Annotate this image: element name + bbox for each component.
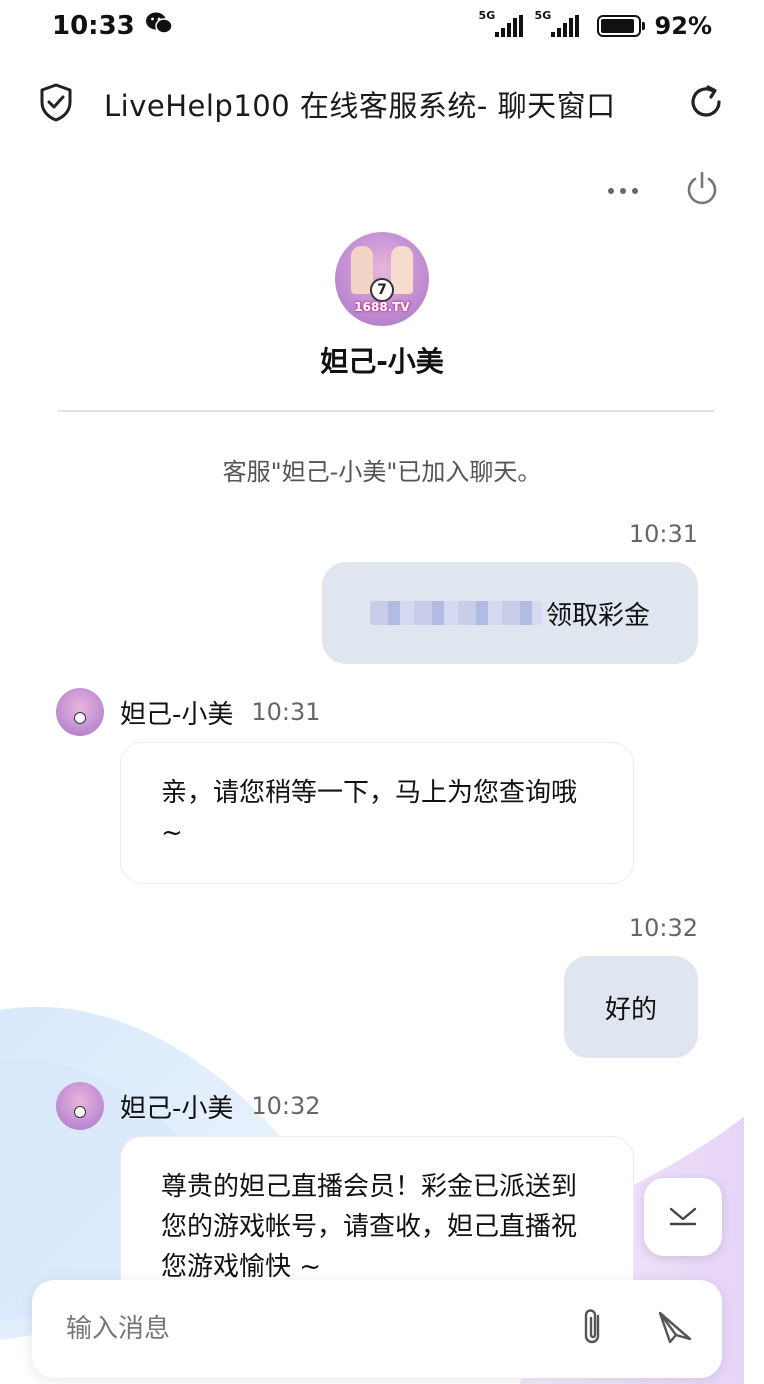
status-time: 10:33 bbox=[52, 11, 135, 41]
sender-name: 妲己-小美 bbox=[120, 1093, 234, 1124]
message-input[interactable] bbox=[66, 1314, 578, 1344]
agent-name: 妲己-小美 bbox=[320, 345, 444, 378]
avatar-brand: 1688.TV bbox=[354, 300, 410, 314]
system-message: 客服"妲己-小美"已加入聊天。 bbox=[222, 458, 542, 486]
user-message-bubble: 领取彩金 bbox=[322, 562, 698, 664]
message-time: 10:31 bbox=[628, 520, 698, 548]
message-input-bar bbox=[32, 1280, 722, 1378]
user-message-bubble: 好的 bbox=[564, 956, 698, 1058]
more-dots-icon[interactable] bbox=[606, 181, 640, 200]
power-icon[interactable] bbox=[684, 170, 720, 210]
paperclip-icon[interactable] bbox=[578, 1306, 608, 1352]
scroll-down-button[interactable] bbox=[644, 1178, 722, 1256]
refresh-icon[interactable] bbox=[686, 82, 726, 126]
agent-message-bubble: 亲，请您稍等一下，马上为您查询哦 ~ bbox=[120, 742, 634, 884]
agent-message-header: 妲己-小美 10:32 bbox=[56, 1082, 321, 1130]
chat-toolbar bbox=[606, 170, 720, 210]
message-text: 领取彩金 bbox=[545, 600, 650, 631]
page-title: LiveHelp100 在线客服系统- 聊天窗口 bbox=[104, 89, 616, 123]
message-text: 尊贵的妲己直播会员！彩金已派送到您的游戏帐号，请查收，妲己直播祝您游戏愉快 ~ bbox=[161, 1172, 578, 1282]
message-time: 10:31 bbox=[251, 698, 321, 726]
avatar bbox=[56, 688, 104, 736]
agent-message-header: 妲己-小美 10:31 bbox=[56, 688, 321, 736]
shield-check-icon[interactable] bbox=[38, 82, 74, 126]
avatar-ball-number: 7 bbox=[370, 278, 394, 302]
agent-profile: 7 1688.TV 妲己-小美 bbox=[0, 232, 764, 380]
avatar: 7 1688.TV bbox=[335, 232, 429, 326]
battery-icon bbox=[596, 15, 645, 37]
chevron-down-icon bbox=[668, 1203, 698, 1231]
battery-percent: 92% bbox=[654, 12, 712, 40]
message-text: 好的 bbox=[604, 994, 657, 1025]
redacted-text bbox=[369, 601, 542, 625]
sender-name: 妲己-小美 bbox=[120, 699, 234, 730]
send-icon[interactable] bbox=[656, 1309, 694, 1349]
status-bar: 10:33 5G 5G 92% bbox=[0, 0, 764, 52]
message-text: 亲，请您稍等一下，马上为您查询哦 ~ bbox=[161, 778, 578, 848]
avatar bbox=[56, 1082, 104, 1130]
network-label-2: 5G bbox=[534, 9, 552, 22]
network-label-1: 5G bbox=[478, 9, 496, 22]
wechat-icon bbox=[145, 11, 173, 42]
message-time: 10:32 bbox=[251, 1092, 321, 1120]
app-header: LiveHelp100 在线客服系统- 聊天窗口 bbox=[0, 62, 764, 146]
signal-icon: 5G bbox=[479, 9, 523, 37]
signal-icon-2: 5G bbox=[535, 9, 579, 37]
message-time: 10:32 bbox=[628, 914, 698, 942]
divider bbox=[58, 410, 714, 412]
